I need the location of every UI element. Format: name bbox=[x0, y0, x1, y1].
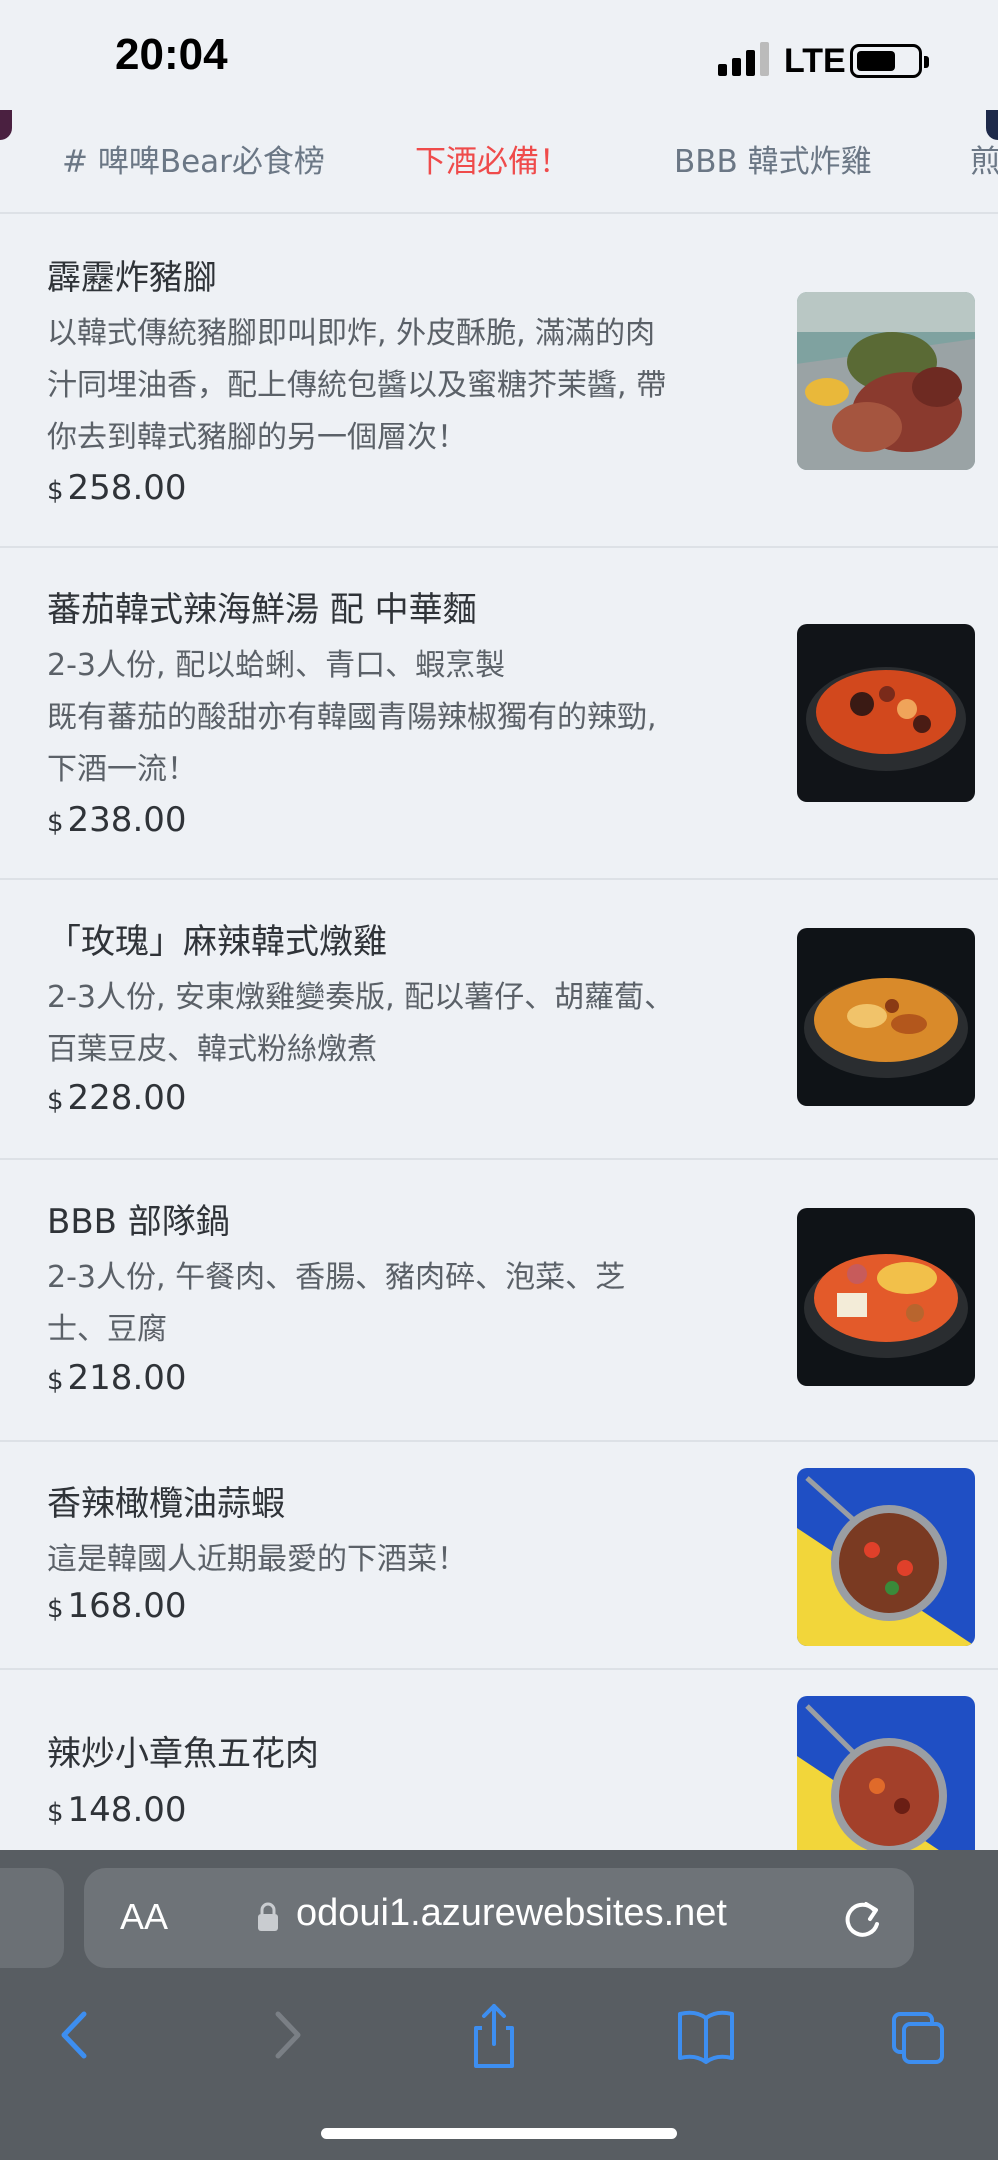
item-name: 辣炒小章魚五花肉 bbox=[47, 1734, 319, 1774]
item-price: $238.00 bbox=[47, 800, 187, 840]
url-text: odoui1.azurewebsites.net bbox=[296, 1892, 727, 1934]
item-name: 霹靂炸豬腳 bbox=[47, 258, 217, 298]
menu-list: 霹靂炸豬腳 以韓式傳統豬腳即叫即炸, 外皮酥脆, 滿滿的肉 汁同埋油香，配上傳統… bbox=[0, 216, 998, 1874]
decor-corner-right bbox=[986, 110, 998, 140]
share-icon[interactable] bbox=[464, 2000, 524, 2070]
item-description: 2-3人份, 安東燉雞變奏版, 配以薯仔、胡蘿蔔、 百葉豆皮、韓式粉絲燉煮 bbox=[47, 980, 675, 1067]
item-description: 2-3人份, 午餐肉、香腸、豬肉碎、泡菜、芝 士、豆腐 bbox=[47, 1260, 626, 1347]
battery-icon bbox=[850, 44, 929, 78]
item-price: $228.00 bbox=[47, 1078, 187, 1118]
item-name: 蕃茄韓式辣海鮮湯 配 中華麵 bbox=[47, 590, 477, 630]
item-name: 香辣橄欖油蒜蝦 bbox=[47, 1484, 285, 1524]
menu-item[interactable]: 辣炒小章魚五花肉 $148.00 bbox=[0, 1670, 998, 1874]
back-icon[interactable] bbox=[46, 2000, 106, 2070]
item-description: 這是韓國人近期最愛的下酒菜！ bbox=[47, 1542, 467, 1577]
tabs-icon[interactable] bbox=[888, 2000, 948, 2070]
browser-nav-row bbox=[0, 2000, 998, 2080]
text-size-button[interactable]: AA bbox=[120, 1896, 168, 1938]
network-type: LTE bbox=[784, 42, 846, 80]
fried-pork-knuckle-photo[interactable] bbox=[797, 292, 975, 470]
garlic-shrimp-photo[interactable] bbox=[797, 1468, 975, 1646]
reload-icon[interactable] bbox=[840, 1894, 884, 1942]
item-name: 「玫瑰」麻辣韓式燉雞 bbox=[47, 922, 387, 962]
home-indicator[interactable] bbox=[321, 2128, 677, 2139]
tab-bbb-korean-fried-chicken[interactable]: BBB 韓式炸雞 bbox=[674, 136, 872, 181]
signal-strength-icon bbox=[718, 42, 772, 76]
menu-item[interactable]: BBB 部隊鍋 2-3人份, 午餐肉、香腸、豬肉碎、泡菜、芝 士、豆腐 $218… bbox=[0, 1160, 998, 1442]
item-price: $168.00 bbox=[47, 1586, 187, 1626]
tab-pancakes[interactable]: 煎 bbox=[970, 136, 998, 181]
address-bar[interactable]: AA odoui1.azurewebsites.net bbox=[84, 1868, 914, 1968]
menu-item[interactable]: 「玫瑰」麻辣韓式燉雞 2-3人份, 安東燉雞變奏版, 配以薯仔、胡蘿蔔、 百葉豆… bbox=[0, 880, 998, 1160]
status-bar: 20:04 LTE bbox=[0, 0, 998, 110]
tab-drinking-snacks[interactable]: 下酒必備！ bbox=[415, 136, 570, 181]
previous-tab-preview[interactable] bbox=[0, 1868, 64, 1968]
item-price: $258.00 bbox=[47, 468, 187, 508]
tab-bear-must-eat[interactable]: # 啤啤Bear必食榜 bbox=[62, 136, 325, 181]
bookmarks-icon[interactable] bbox=[676, 2000, 736, 2070]
spicy-seafood-soup-photo[interactable] bbox=[797, 624, 975, 802]
army-stew-photo[interactable] bbox=[797, 1208, 975, 1386]
item-description: 2-3人份, 配以蛤蜊、青口、蝦烹製 既有蕃茄的酸甜亦有韓國青陽辣椒獨有的辣勁,… bbox=[47, 648, 657, 787]
menu-item[interactable]: 蕃茄韓式辣海鮮湯 配 中華麵 2-3人份, 配以蛤蜊、青口、蝦烹製 既有蕃茄的酸… bbox=[0, 548, 998, 880]
forward-icon[interactable] bbox=[256, 2000, 316, 2070]
category-tabs: # 啤啤Bear必食榜 下酒必備！ BBB 韓式炸雞 煎 bbox=[0, 110, 998, 214]
browser-toolbar: AA odoui1.azurewebsites.net bbox=[0, 1850, 998, 2160]
lock-icon bbox=[258, 1902, 278, 1931]
item-name: BBB 部隊鍋 bbox=[47, 1202, 230, 1242]
braised-chicken-photo[interactable] bbox=[797, 928, 975, 1106]
item-price: $218.00 bbox=[47, 1358, 187, 1398]
menu-item[interactable]: 香辣橄欖油蒜蝦 這是韓國人近期最愛的下酒菜！ $168.00 bbox=[0, 1442, 998, 1670]
item-price: $148.00 bbox=[47, 1790, 187, 1830]
octopus-pork-photo[interactable] bbox=[797, 1696, 975, 1874]
item-description: 以韓式傳統豬腳即叫即炸, 外皮酥脆, 滿滿的肉 汁同埋油香，配上傳統包醬以及蜜糖… bbox=[47, 316, 667, 455]
menu-item[interactable]: 霹靂炸豬腳 以韓式傳統豬腳即叫即炸, 外皮酥脆, 滿滿的肉 汁同埋油香，配上傳統… bbox=[0, 216, 998, 548]
status-time: 20:04 bbox=[115, 30, 228, 79]
